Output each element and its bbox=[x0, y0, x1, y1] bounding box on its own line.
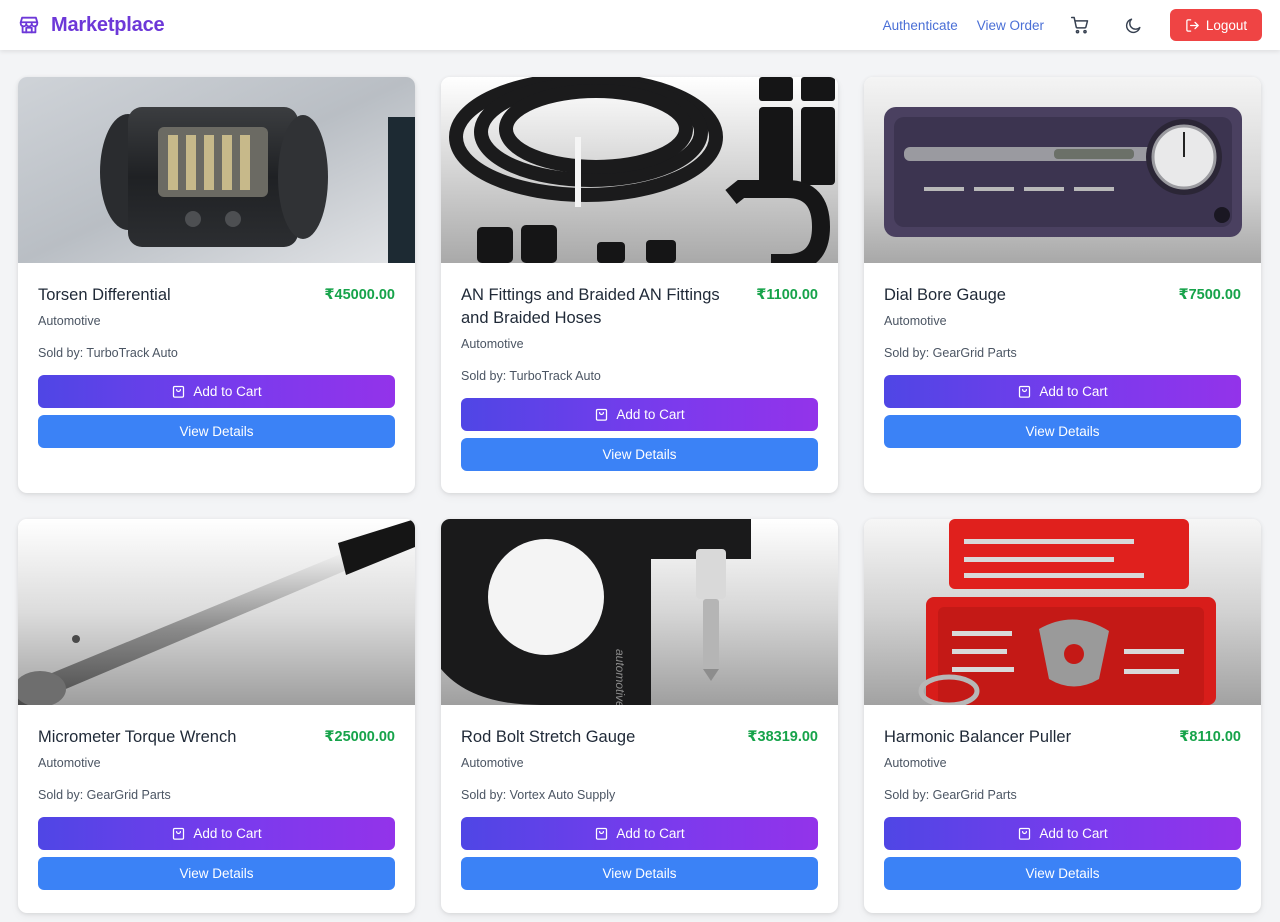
product-price: ₹45000.00 bbox=[324, 287, 395, 303]
product-category: Automotive bbox=[461, 756, 524, 770]
product-card: Harmonic Balancer Puller ₹8110.00 Automo… bbox=[864, 519, 1261, 913]
logout-button[interactable]: Logout bbox=[1170, 9, 1262, 41]
add-to-cart-button[interactable]: Add to Cart bbox=[461, 817, 818, 850]
product-price: ₹38319.00 bbox=[747, 729, 818, 745]
cart-button[interactable] bbox=[1068, 13, 1092, 37]
add-to-cart-button[interactable]: Add to Cart bbox=[884, 817, 1241, 850]
product-title: Dial Bore Gauge bbox=[884, 286, 1006, 304]
product-seller: Sold by: TurboTrack Auto bbox=[461, 369, 601, 383]
brand-name: Marketplace bbox=[51, 13, 165, 36]
add-to-cart-label: Add to Cart bbox=[1039, 384, 1108, 399]
shopping-bag-icon bbox=[594, 407, 609, 422]
product-price: ₹7500.00 bbox=[1178, 287, 1241, 303]
product-seller: Sold by: GearGrid Parts bbox=[38, 788, 171, 802]
view-details-button[interactable]: View Details bbox=[884, 415, 1241, 448]
storefront-icon bbox=[18, 14, 40, 36]
product-seller: Sold by: GearGrid Parts bbox=[884, 346, 1017, 360]
shopping-bag-icon bbox=[171, 384, 186, 399]
shopping-bag-icon bbox=[171, 826, 186, 841]
add-to-cart-label: Add to Cart bbox=[616, 407, 685, 422]
logout-icon bbox=[1185, 18, 1200, 33]
add-to-cart-button[interactable]: Add to Cart bbox=[461, 398, 818, 431]
moon-icon bbox=[1124, 16, 1143, 35]
stretch-gauge-brand-text: automotive bbox=[613, 649, 627, 705]
product-seller: Sold by: Vortex Auto Supply bbox=[461, 788, 616, 802]
product-title: Harmonic Balancer Puller bbox=[884, 728, 1072, 746]
product-seller: Sold by: TurboTrack Auto bbox=[38, 346, 178, 360]
product-card: Dial Bore Gauge ₹7500.00 Automotive Sold… bbox=[864, 77, 1261, 493]
product-image[interactable] bbox=[18, 519, 415, 705]
view-details-button[interactable]: View Details bbox=[461, 857, 818, 890]
differential-photo bbox=[18, 77, 415, 263]
product-category: Automotive bbox=[884, 314, 947, 328]
product-grid: Torsen Differential ₹45000.00 Automotive… bbox=[0, 0, 1280, 922]
view-details-button[interactable]: View Details bbox=[38, 857, 395, 890]
shopping-bag-icon bbox=[1017, 826, 1032, 841]
product-title: Micrometer Torque Wrench bbox=[38, 728, 237, 746]
logout-label: Logout bbox=[1205, 17, 1248, 33]
product-category: Automotive bbox=[461, 337, 524, 351]
product-image[interactable] bbox=[18, 77, 415, 263]
product-title: AN Fittings and Braided AN Fittings and … bbox=[461, 286, 720, 327]
add-to-cart-label: Add to Cart bbox=[1039, 826, 1108, 841]
product-title: Rod Bolt Stretch Gauge bbox=[461, 728, 636, 746]
shopping-bag-icon bbox=[594, 826, 609, 841]
product-card: AN Fittings and Braided AN Fittings and … bbox=[441, 77, 838, 493]
product-title: Torsen Differential bbox=[38, 286, 171, 304]
view-order-link[interactable]: View Order bbox=[977, 18, 1044, 33]
view-details-button[interactable]: View Details bbox=[38, 415, 395, 448]
product-category: Automotive bbox=[38, 314, 101, 328]
product-price: ₹25000.00 bbox=[324, 729, 395, 745]
product-image[interactable] bbox=[864, 519, 1261, 705]
top-navbar: Marketplace Authenticate View Order Logo… bbox=[0, 0, 1280, 50]
product-card: Micrometer Torque Wrench ₹25000.00 Autom… bbox=[18, 519, 415, 913]
torque-wrench-photo bbox=[18, 519, 415, 705]
product-image[interactable]: automotive bbox=[441, 519, 838, 705]
puller-kit-photo bbox=[864, 519, 1261, 705]
product-price: ₹1100.00 bbox=[756, 287, 818, 303]
view-details-button[interactable]: View Details bbox=[884, 857, 1241, 890]
brand-logo-link[interactable]: Marketplace bbox=[18, 13, 165, 37]
add-to-cart-button[interactable]: Add to Cart bbox=[38, 817, 395, 850]
stretch-gauge-photo: automotive bbox=[441, 519, 838, 705]
product-seller: Sold by: GearGrid Parts bbox=[884, 788, 1017, 802]
braided-hose-photo bbox=[441, 77, 838, 263]
add-to-cart-label: Add to Cart bbox=[193, 384, 262, 399]
add-to-cart-button[interactable]: Add to Cart bbox=[884, 375, 1241, 408]
product-image[interactable] bbox=[441, 77, 838, 263]
product-image[interactable] bbox=[864, 77, 1261, 263]
product-price: ₹8110.00 bbox=[1179, 729, 1241, 745]
add-to-cart-button[interactable]: Add to Cart bbox=[38, 375, 395, 408]
cart-icon bbox=[1070, 15, 1090, 35]
product-card: Torsen Differential ₹45000.00 Automotive… bbox=[18, 77, 415, 493]
product-category: Automotive bbox=[38, 756, 101, 770]
header-nav: Authenticate View Order Logout bbox=[883, 9, 1262, 41]
view-details-button[interactable]: View Details bbox=[461, 438, 818, 471]
product-category: Automotive bbox=[884, 756, 947, 770]
add-to-cart-label: Add to Cart bbox=[193, 826, 262, 841]
authenticate-link[interactable]: Authenticate bbox=[883, 18, 958, 33]
bore-gauge-photo bbox=[864, 77, 1261, 263]
shopping-bag-icon bbox=[1017, 384, 1032, 399]
theme-toggle-button[interactable] bbox=[1121, 13, 1145, 37]
add-to-cart-label: Add to Cart bbox=[616, 826, 685, 841]
product-card: automotive Rod Bolt Stretch Gauge ₹38319… bbox=[441, 519, 838, 913]
